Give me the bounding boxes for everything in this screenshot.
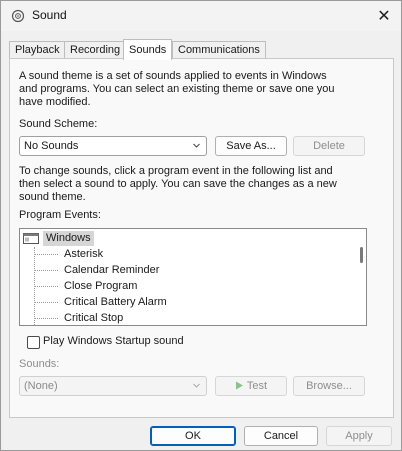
- startup-sound-checkbox[interactable]: [27, 336, 40, 349]
- tree-branch: [34, 286, 58, 287]
- chevron-down-icon: [193, 143, 200, 148]
- browse-button[interactable]: Browse...: [293, 376, 365, 396]
- tab-recording[interactable]: Recording: [64, 41, 127, 59]
- close-button[interactable]: ✕: [367, 1, 401, 31]
- sound-dialog: Sound ✕ Playback Recording Sounds Commun…: [0, 0, 402, 451]
- test-label: Test: [246, 380, 268, 392]
- list-item-critical-battery-alarm[interactable]: Critical Battery Alarm: [64, 294, 167, 310]
- list-scrollbar[interactable]: [356, 229, 366, 325]
- window-title: Sound: [32, 8, 67, 22]
- chevron-down-icon: [193, 383, 200, 388]
- list-root-windows[interactable]: Windows: [23, 231, 94, 246]
- sound-scheme-value: No Sounds: [24, 140, 79, 152]
- play-icon: [235, 381, 243, 390]
- list-item-critical-stop[interactable]: Critical Stop: [64, 310, 123, 325]
- tree-branch: [34, 302, 58, 303]
- title-bar[interactable]: Sound ✕: [1, 1, 401, 31]
- program-events-list[interactable]: Windows Asterisk Calendar Reminder Close…: [19, 228, 367, 326]
- startup-sound-label[interactable]: Play Windows Startup sound: [43, 335, 184, 348]
- tab-sounds[interactable]: Sounds: [123, 39, 173, 60]
- test-button[interactable]: Test: [215, 376, 287, 396]
- delete-button[interactable]: Delete: [293, 136, 365, 156]
- tree-branch: [34, 254, 58, 255]
- sound-value: (None): [24, 380, 58, 392]
- list-item-close-program[interactable]: Close Program: [64, 278, 137, 294]
- ok-button[interactable]: OK: [150, 426, 236, 446]
- speaker-icon: [11, 9, 25, 23]
- tree-branch: [34, 318, 58, 319]
- intro-line-1: A sound theme is a set of sounds applied…: [19, 70, 327, 82]
- intro-line-3: have modified.: [19, 96, 91, 108]
- list-root-label: Windows: [43, 231, 94, 246]
- tab-communications[interactable]: Communications: [172, 41, 266, 59]
- cancel-button[interactable]: Cancel: [244, 426, 318, 446]
- scroll-thumb[interactable]: [360, 247, 363, 263]
- save-as-button[interactable]: Save As...: [215, 136, 287, 156]
- apply-button[interactable]: Apply: [326, 426, 392, 446]
- list-item-calendar-reminder[interactable]: Calendar Reminder: [64, 262, 159, 278]
- intro-line-2: and programs. You can select an existing…: [19, 83, 335, 95]
- sound-scheme-dropdown[interactable]: No Sounds: [19, 136, 207, 156]
- window-icon: [23, 233, 39, 244]
- close-icon: ✕: [377, 8, 391, 25]
- sounds-label: Sounds:: [19, 358, 60, 370]
- tree-branch: [34, 270, 58, 271]
- change-line-1: To change sounds, click a program event …: [19, 165, 333, 177]
- tab-playback[interactable]: Playback: [9, 41, 66, 59]
- change-line-2: then select a sound to apply. You can sa…: [19, 178, 337, 190]
- change-line-3: sound theme.: [19, 191, 86, 203]
- list-item-asterisk[interactable]: Asterisk: [64, 246, 103, 262]
- program-events-label: Program Events:: [19, 209, 101, 221]
- sound-dropdown[interactable]: (None): [19, 376, 207, 396]
- sound-scheme-label: Sound Scheme:: [19, 118, 98, 130]
